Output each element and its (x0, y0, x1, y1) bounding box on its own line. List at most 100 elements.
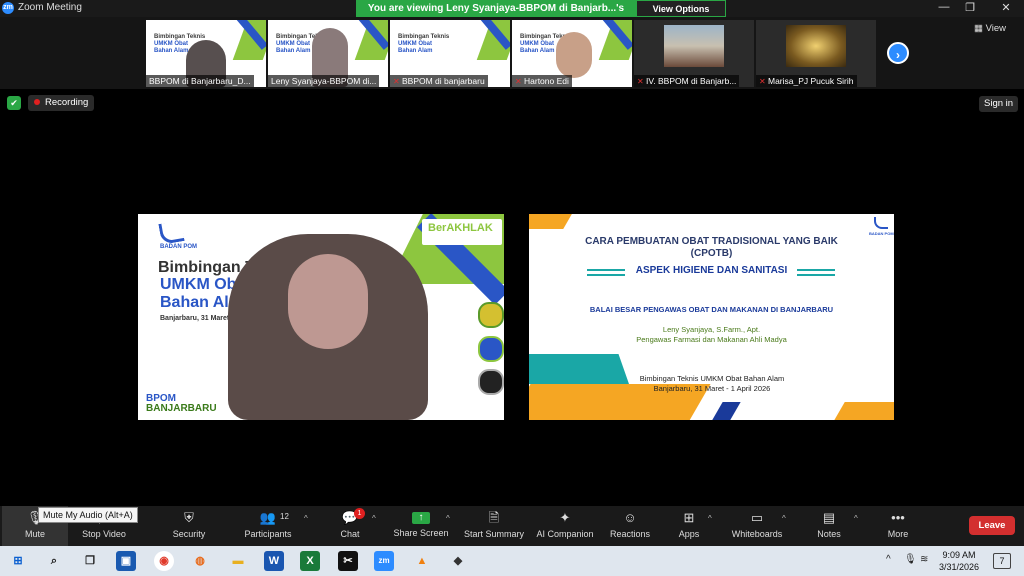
ai-companion-button[interactable]: ✦ AI Companion (534, 506, 596, 546)
notes-icon: ▤ (822, 510, 836, 525)
share-screen-button[interactable]: ↑ Share Screen (392, 506, 450, 546)
security-button[interactable]: ⛨ Security (160, 506, 218, 546)
share-options-caret-icon[interactable]: ^ (446, 514, 450, 523)
recording-dot-icon (34, 99, 40, 105)
sparkle-icon: ✦ (559, 510, 571, 525)
task-view-icon[interactable]: ❐ (80, 551, 100, 571)
presenter-face (288, 254, 368, 349)
search-icon[interactable]: ⌕ (44, 551, 64, 571)
grid-icon: ▦ (974, 23, 983, 34)
participant-background-image (664, 25, 724, 67)
file-explorer-icon[interactable]: ▬ (228, 551, 248, 571)
bpom-banjarbaru-logo: BPOM BANJARBARU (146, 393, 217, 414)
view-button[interactable]: ▦ View (974, 23, 1006, 34)
minimize-button[interactable]: — (930, 1, 958, 13)
participant-thumbnail[interactable]: Bimbingan Teknis UMKM Obat Bahan Alam ✕ Har… (512, 20, 632, 87)
participant-thumbnail-strip: Bimbingan Teknis UMKM Obat Bahan Alam BBPO… (0, 17, 1024, 89)
participant-thumbnail[interactable]: ✕ IV. BBPOM di Banjarb... (634, 20, 754, 87)
badan-pom-logo-icon (874, 217, 888, 229)
chrome-icon[interactable]: ◉ (154, 551, 174, 571)
slide-subtitle: ASPEK HIGIENE DAN SANITASI (635, 265, 788, 276)
wifi-icon[interactable]: ≋ (920, 554, 928, 565)
close-button[interactable]: ✕ (992, 1, 1020, 14)
shared-slide-right: BADAN POM CARA PEMBUATAN OBAT TRADISIONA… (529, 214, 894, 420)
mute-tooltip: Mute My Audio (Alt+A) (38, 507, 138, 523)
participant-thumbnail[interactable]: Bimbingan Teknis UMKM Obat Bahan Alam ✕ BBP… (390, 20, 510, 87)
apps-options-caret-icon[interactable]: ^ (708, 514, 712, 523)
slide-presenter-name: Leny Syanjaya, S.Farm., Apt. (662, 325, 761, 334)
windows-taskbar: ⊞ ⌕ ❐ ▣ ◉ ◍ ▬ W X ✂ zm ▲ ◆ ^ 🎙 ≋ 9:09 AM… (0, 546, 1024, 576)
slide-event-name: Bimbingan Teknis UMKM Obat Bahan Alam (639, 374, 785, 383)
apps-button[interactable]: ⊞ Apps (668, 506, 710, 546)
participant-name: ✕ Marisa_PJ Pucuk Sirih (756, 75, 857, 87)
shared-video-left: BerAKHLAK BADAN POM Bimbingan Te UMKM Ob… (138, 214, 504, 420)
mic-muted-icon: ✕ (637, 77, 644, 86)
window-title: Zoom Meeting (18, 2, 82, 13)
windows-start-icon[interactable]: ⊞ (8, 551, 28, 571)
smiley-icon: ☺ (623, 510, 637, 525)
tray-expand-chevron-icon[interactable]: ^ (886, 554, 891, 565)
slide-presenter-role: Pengawas Farmasi dan Makanan Ahli Madya (636, 335, 787, 344)
more-button[interactable]: ••• More (878, 506, 918, 546)
mic-muted-icon: ✕ (759, 77, 766, 86)
participant-video (556, 32, 592, 78)
share-banner: You are viewing Leny Syanjaya-BBPOM di B… (356, 0, 636, 31)
app-icon[interactable]: ◆ (448, 551, 468, 571)
participant-thumbnail[interactable]: Bimbingan Teknis UMKM Obat Bahan Alam BBPO… (146, 20, 266, 87)
sign-in-button[interactable]: Sign in (979, 96, 1019, 112)
reactions-button[interactable]: ☺ Reactions (604, 506, 656, 546)
microphone-tray-icon[interactable]: 🎙 (904, 554, 917, 565)
chat-options-caret-icon[interactable]: ^ (372, 514, 376, 523)
next-page-chevron-icon[interactable]: › (887, 42, 909, 64)
more-dots-icon: ••• (891, 510, 905, 525)
start-summary-button[interactable]: 🗎 Start Summary (462, 506, 526, 546)
badan-pom-logo-icon (158, 220, 185, 245)
word-icon[interactable]: W (264, 551, 284, 571)
summary-icon: 🗎 (488, 510, 500, 525)
slide-event-date: Banjarbaru, 31 Maret - 1 April 2026 (653, 384, 771, 393)
security-shield-icon[interactable]: ✔ (7, 96, 21, 110)
participant-thumbnail[interactable]: Bimbingan Teknis UMKM Obat Bahan Alam Leny… (268, 20, 388, 87)
notifications-icon[interactable]: 7 (993, 553, 1011, 569)
firefox-icon[interactable]: ◍ (190, 551, 210, 571)
notes-options-caret-icon[interactable]: ^ (854, 514, 858, 523)
notes-button[interactable]: ▤ Notes (808, 506, 850, 546)
taskbar-clock[interactable]: 9:09 AM 3/31/2026 (932, 549, 986, 573)
participants-button[interactable]: 👥 Participants 12 (236, 506, 300, 546)
whiteboard-icon: ▭ (750, 510, 764, 525)
participant-thumbnail[interactable]: ✕ Marisa_PJ Pucuk Sirih (756, 20, 876, 87)
share-screen-icon: ↑ (412, 512, 430, 524)
maximize-button[interactable]: ❐ (956, 1, 984, 14)
emblem-icon (478, 302, 504, 328)
participant-name: ✕ BBPOM di banjarbaru (390, 75, 488, 87)
participants-count: 12 (280, 512, 289, 521)
shield-icon: ⛨ (184, 510, 194, 525)
participants-icon: 👥 (259, 510, 277, 525)
participants-options-caret-icon[interactable]: ^ (304, 514, 308, 523)
berakhlak-logo: BerAKHLAK (428, 222, 493, 234)
slide-organization: BALAI BESAR PENGAWAS OBAT DAN MAKANAN DI… (589, 305, 834, 314)
app-icon[interactable]: ▣ (116, 551, 136, 571)
mic-muted-icon: ✕ (393, 77, 400, 86)
vlc-icon[interactable]: ▲ (412, 551, 432, 571)
recording-indicator[interactable]: Recording (28, 95, 95, 111)
mic-muted-icon: ✕ (515, 77, 522, 86)
apps-icon: ⊞ (683, 510, 695, 525)
whiteboards-button[interactable]: ▭ Whiteboards (728, 506, 786, 546)
whiteboards-options-caret-icon[interactable]: ^ (782, 514, 786, 523)
participant-name: ✕ Hartono Edi (512, 75, 572, 87)
view-options-button[interactable]: View Options (636, 0, 726, 17)
leave-button[interactable]: Leave (969, 516, 1015, 535)
participant-name: ✕ IV. BBPOM di Banjarb... (634, 75, 740, 87)
participant-background-image (786, 25, 846, 67)
participant-name: Leny Syanjaya-BBPOM di... (268, 75, 380, 87)
chat-unread-badge: 1 (354, 508, 365, 519)
participant-name: BBPOM di Banjarbaru_D... (146, 75, 254, 87)
excel-icon[interactable]: X (300, 551, 320, 571)
emblem-icon (478, 336, 504, 362)
meeting-toolbar: 🎙Mute ▶Stop Video ⛨Security 👥Participant… (0, 506, 1024, 546)
capcut-icon[interactable]: ✂ (338, 551, 358, 571)
zoom-taskbar-icon[interactable]: zm (374, 551, 394, 571)
chat-button[interactable]: 💬 Chat 1 (326, 506, 374, 546)
slide-title: CARA PEMBUATAN OBAT TRADISIONAL YANG BAI… (585, 236, 838, 259)
